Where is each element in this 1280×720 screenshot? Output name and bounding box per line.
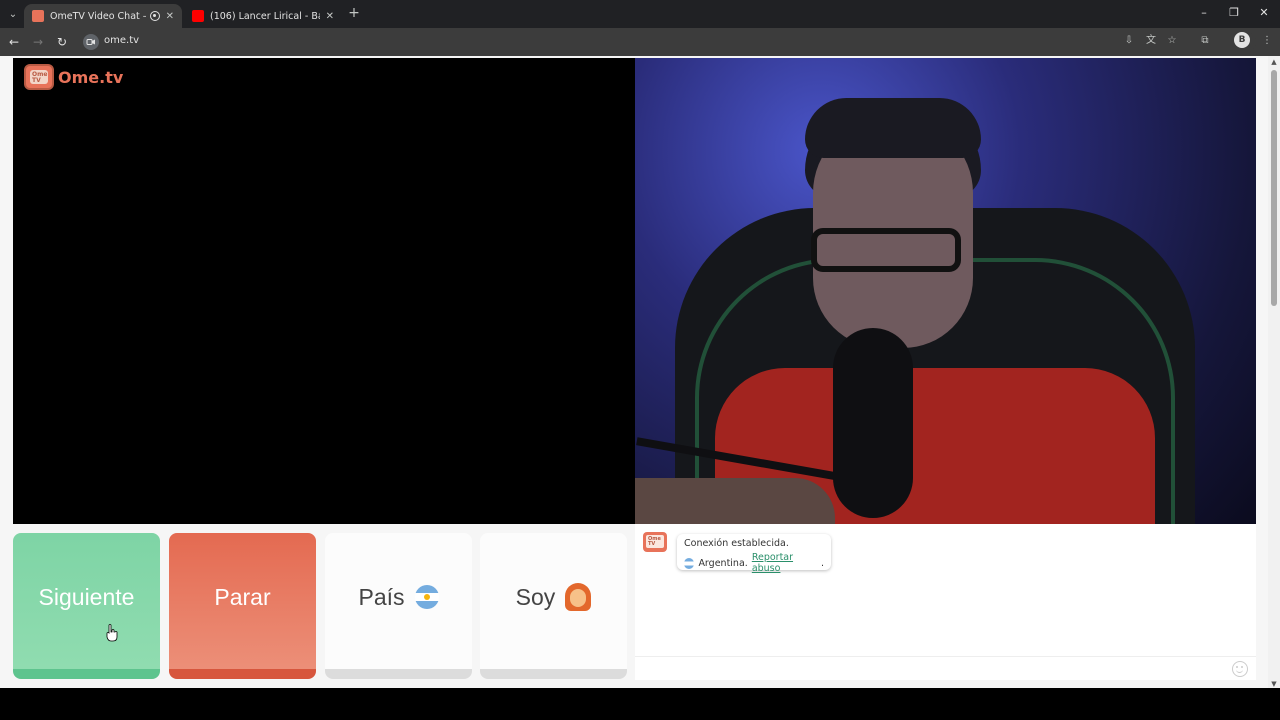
new-tab-button[interactable]: + — [346, 5, 362, 21]
tab-ometv[interactable]: OmeTV Video Chat — Omegle ✕ — [24, 4, 182, 28]
tv-logo-icon: Ome TV — [24, 64, 54, 90]
close-tab-icon[interactable]: ✕ — [166, 11, 174, 22]
ometv-chat-icon: Ome TV — [643, 532, 667, 552]
scroll-down-icon[interactable]: ▼ — [1270, 680, 1278, 688]
chat-input[interactable] — [635, 656, 1256, 680]
next-label: Siguiente — [38, 583, 135, 610]
tab-youtube[interactable]: (106) Lancer Lirical - Báilame ft. ✕ — [184, 4, 342, 28]
chat-panel: Ome TV Conexión establecida. Argentina. … — [635, 524, 1256, 680]
country-label: País — [358, 583, 405, 610]
report-abuse-link[interactable]: Reportar abuso — [752, 552, 821, 574]
url-text: ome.tv — [104, 35, 140, 46]
tab-search-button[interactable]: ⌄ — [4, 5, 22, 23]
gender-button[interactable]: Soy — [480, 533, 627, 679]
connection-message: Conexión establecida. — [684, 538, 789, 549]
menu-dots-icon[interactable]: ⋮ — [1260, 34, 1274, 48]
stop-label: Parar — [214, 583, 271, 610]
page-scrollbar[interactable]: ▲ ▼ — [1268, 56, 1280, 688]
recording-icon — [149, 11, 160, 21]
scroll-thumb[interactable] — [1271, 70, 1277, 306]
next-button[interactable]: Siguiente — [13, 533, 160, 679]
address-bar[interactable]: ome.tv — [80, 31, 1256, 53]
profile-avatar[interactable]: B — [1234, 32, 1250, 48]
close-window-icon[interactable]: ✕ — [1256, 6, 1272, 19]
tab-title: (106) Lancer Lirical - Báilame ft. — [210, 10, 320, 22]
tab-title: OmeTV Video Chat — Omegle — [50, 10, 146, 22]
argentina-flag-icon — [414, 585, 439, 609]
install-app-icon[interactable]: ⇩ — [1122, 34, 1136, 48]
youtube-favicon-icon — [192, 10, 204, 22]
extensions-icon[interactable]: ⧉ — [1198, 34, 1212, 48]
logo-text: Ome.tv — [58, 67, 124, 87]
self-camera-video — [635, 58, 1256, 524]
woman-icon — [565, 583, 592, 611]
stop-button[interactable]: Parar — [169, 533, 316, 679]
close-tab-icon[interactable]: ✕ — [326, 11, 334, 22]
site-info-icon[interactable] — [83, 34, 99, 50]
stranger-video — [13, 58, 635, 524]
hand-cursor-icon — [106, 624, 118, 642]
scroll-up-icon[interactable]: ▲ — [1270, 58, 1278, 66]
system-message: Conexión establecida. Argentina. Reporta… — [677, 534, 831, 574]
restore-icon[interactable]: ❐ — [1226, 6, 1242, 19]
reload-icon[interactable]: ↻ — [54, 34, 70, 50]
back-icon[interactable]: ← — [6, 34, 22, 50]
tab-bar: ⌄ OmeTV Video Chat — Omegle ✕ (106) Lanc… — [0, 0, 1280, 28]
ometv-favicon-icon — [32, 10, 44, 22]
country-button[interactable]: País — [325, 533, 472, 679]
translate-icon[interactable]: 文 — [1144, 34, 1158, 48]
partner-country: Argentina. — [698, 557, 748, 569]
emoji-icon[interactable] — [1232, 661, 1248, 677]
bookmark-star-icon[interactable]: ☆ — [1165, 34, 1179, 48]
argentina-flag-icon — [684, 557, 695, 569]
minimize-icon[interactable]: – — [1196, 6, 1212, 19]
ometv-logo: Ome TV Ome.tv — [24, 64, 123, 90]
forward-icon[interactable]: → — [30, 34, 46, 50]
gender-label: Soy — [515, 583, 556, 610]
browser-toolbar: ← → ↻ ome.tv ⇩ 文 ☆ ⧉ B ⋮ — [0, 28, 1280, 56]
